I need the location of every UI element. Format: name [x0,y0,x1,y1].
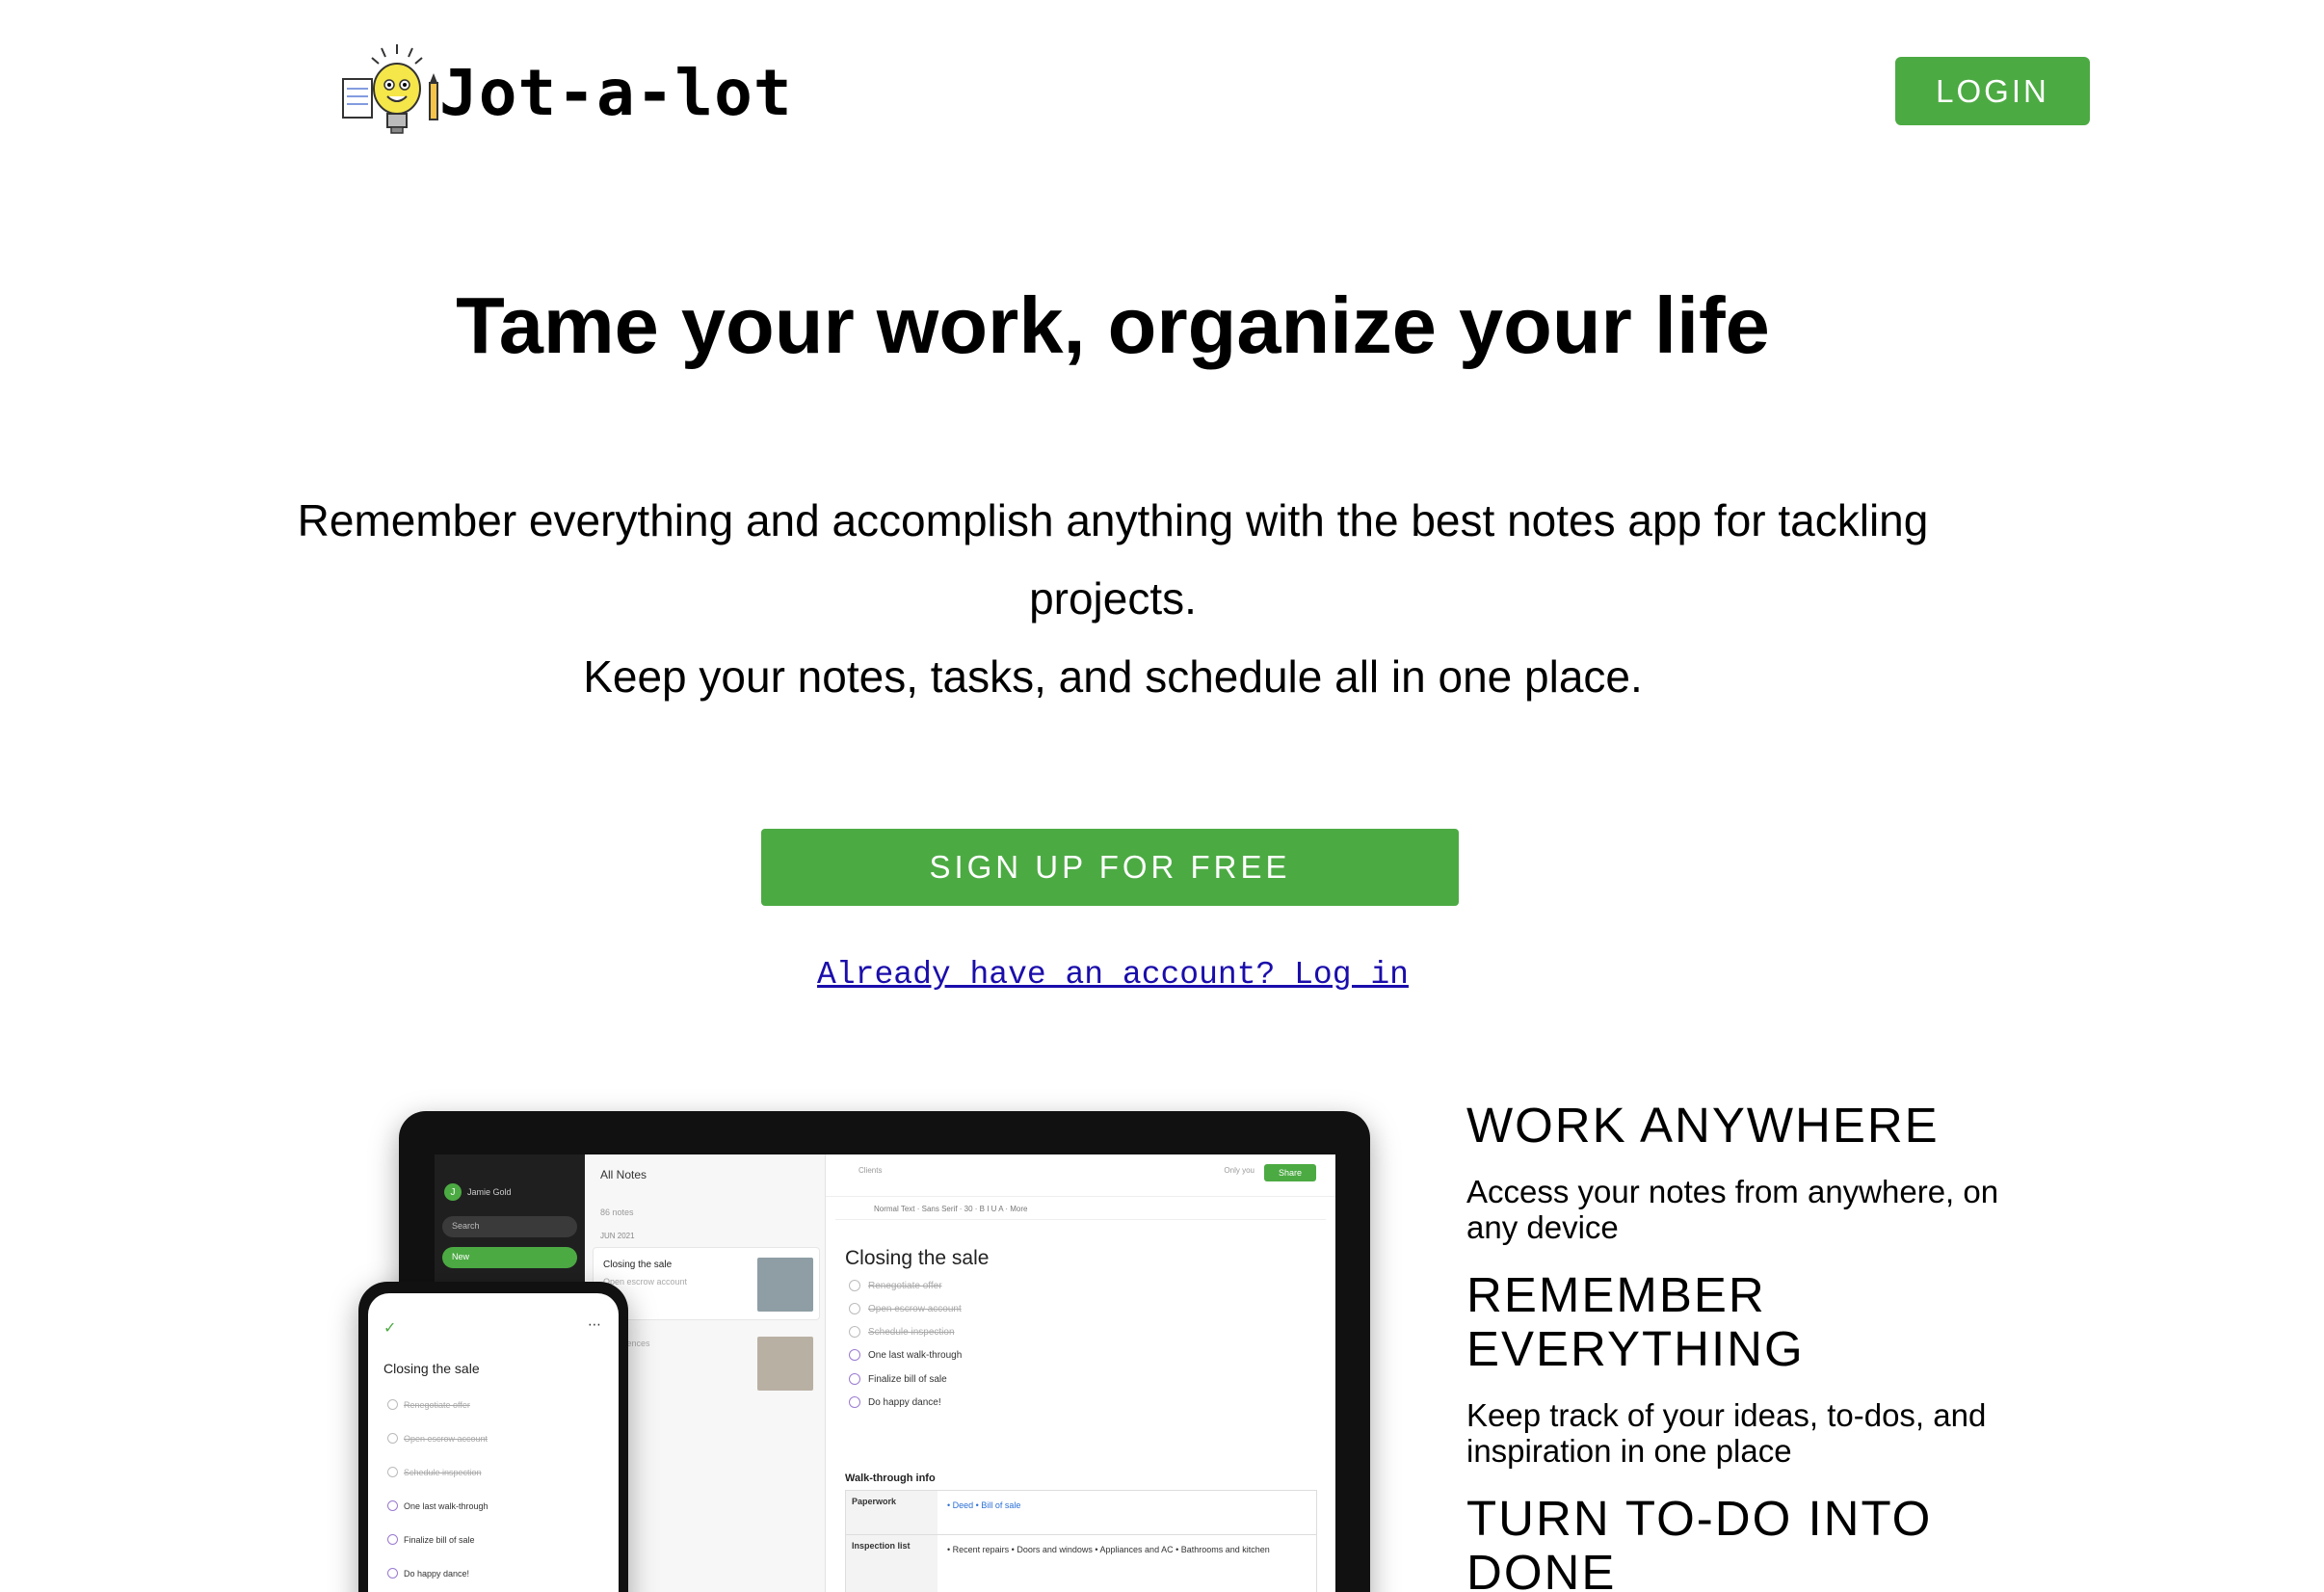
phone-screen: ✓ ⋯ Closing the sale Renegotiate offer O… [368,1293,619,1592]
mockup-task: Renegotiate offer [849,1280,942,1291]
mockup-section-title: Walk-through info [845,1473,936,1484]
mockup-notes-count: 86 notes [600,1207,634,1217]
mockup-user-name: Jamie Gold [467,1187,512,1197]
mockup-house-thumbnail [757,1258,813,1312]
mockup-share-button: Share [1264,1164,1316,1181]
mockup-note-title: Closing the sale [603,1260,673,1270]
hero-subtitle-line-1: Remember everything and accomplish anyth… [297,495,1929,624]
mockup-toolbar: Normal Text · Sans Serif · 30 · B I U A … [835,1201,1326,1220]
checkbox-icon [387,1467,398,1477]
phone-task: Schedule inspection [387,1467,482,1477]
checkbox-icon [849,1373,860,1385]
lightbulb-logo-icon [337,40,445,146]
checkmark-icon: ✓ [383,1320,397,1337]
checkbox-icon [849,1396,860,1408]
mockup-table: Paperwork • Deed • Bill of sale Inspecti… [845,1490,1317,1592]
phone-note-title: Closing the sale [383,1361,480,1376]
mockup-breadcrumb: Clients [858,1166,883,1175]
feature-title: TURN TO-DO INTO DONE [1466,1491,1933,1592]
checkbox-icon [849,1349,860,1361]
mockup-task: Schedule inspection [849,1326,955,1338]
features-list: WORK ANYWHERE Access your notes from any… [1466,1099,2006,1592]
mockup-editor-title: Closing the sale [845,1247,990,1269]
checkbox-icon [387,1399,398,1410]
mockup-month: JUN 2021 [600,1232,635,1240]
phone-task: Do happy dance! [387,1568,469,1579]
checkbox-icon [849,1280,860,1291]
phone-task: Finalize bill of sale [387,1534,475,1545]
mockup-only-you: Only you [1224,1166,1254,1175]
table-row: Inspection list • Recent repairs • Doors… [846,1535,1316,1592]
signup-button[interactable]: SIGN UP FOR FREE [761,829,1459,906]
logo-text: Jot-a-lot [439,56,793,130]
checkbox-icon [387,1568,398,1579]
hero-title: Tame your work, organize your life [456,280,1770,370]
phone-task: One last walk-through [387,1500,489,1511]
mockup-task: Do happy dance! [849,1396,941,1408]
table-row: Paperwork • Deed • Bill of sale [846,1491,1316,1535]
hero-subtitle-line-2: Keep your notes, tasks, and schedule all… [583,651,1643,702]
mockup-editor-bar: Clients Only you Share [826,1154,1335,1197]
mockup-user: J Jamie Gold [444,1183,512,1201]
login-link[interactable]: Already have an account? Log in [0,957,2226,993]
feature-description: Keep track of your ideas, to-dos, and in… [1466,1397,1987,1469]
avatar: J [444,1183,462,1201]
mockup-notes-header: All Notes [600,1168,647,1181]
mockup-editor: Clients Only you Share Normal Text · San… [826,1154,1335,1592]
phone-mockup: ✓ ⋯ Closing the sale Renegotiate offer O… [358,1282,628,1592]
login-button[interactable]: LOGIN [1895,57,2090,125]
logo[interactable]: Jot-a-lot [337,40,793,146]
checkbox-icon [387,1500,398,1511]
checkbox-icon [387,1534,398,1545]
checkbox-icon [387,1433,398,1444]
phone-task: Renegotiate offer [387,1399,470,1410]
mockup-task: Open escrow account [849,1303,962,1314]
feature-title: REMEMBER EVERYTHING [1466,1267,1805,1376]
feature-description: Access your notes from anywhere, on any … [1466,1174,1999,1245]
mockup-task: Finalize bill of sale [849,1373,947,1385]
more-icon: ⋯ [588,1316,601,1332]
mockup-note-snippet: Open escrow account [603,1277,688,1287]
mockup-toolbar-text: Normal Text · Sans Serif · 30 · B I U A … [874,1205,1028,1213]
checkbox-icon [849,1326,860,1338]
mockup-new-button: New [442,1247,577,1268]
mockup-task: One last walk-through [849,1349,962,1361]
checkbox-icon [849,1303,860,1314]
mockup-search: Search [442,1216,577,1237]
mockup-room-thumbnail [757,1337,813,1391]
hero-subtitle: Remember everything and accomplish anyth… [241,482,1985,716]
feature-title: WORK ANYWHERE [1466,1098,1940,1153]
phone-task: Open escrow account [387,1433,488,1444]
